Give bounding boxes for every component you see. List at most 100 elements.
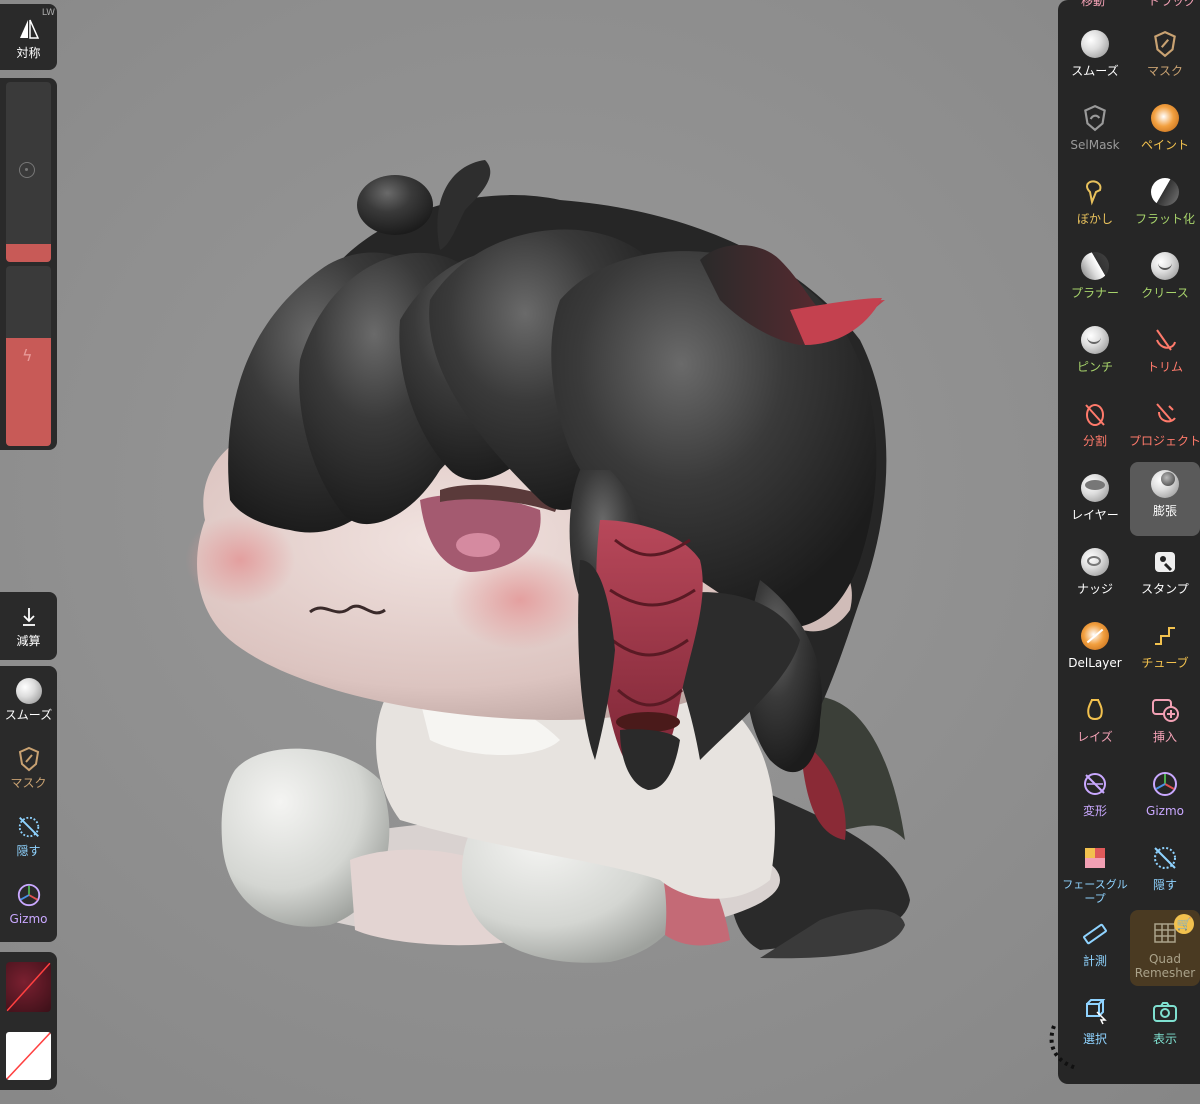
tool-nudge-label: ナッジ	[1076, 582, 1113, 596]
tool-gizmo[interactable]: Gizmo	[1130, 762, 1200, 834]
tool-insert[interactable]: 挿入	[1130, 688, 1200, 760]
tool-flatten-label: フラット化	[1134, 212, 1195, 226]
insert-icon	[1149, 694, 1181, 726]
ruler-icon	[1079, 918, 1111, 950]
quick-mask-label: マスク	[10, 776, 47, 790]
tool-trim-label: トリム	[1146, 360, 1183, 374]
tool-planar[interactable]: プラナー	[1060, 244, 1130, 316]
quick-gizmo-button[interactable]: Gizmo	[0, 870, 57, 938]
tool-dellayer-label: DelLayer	[1068, 656, 1122, 670]
camera-icon	[1149, 996, 1181, 1028]
cart-icon: 🛒	[1174, 914, 1194, 934]
tool-transform[interactable]: 変形	[1060, 762, 1130, 834]
tool-stamp[interactable]: スタンプ	[1130, 540, 1200, 612]
trim-icon	[1149, 324, 1181, 356]
quick-hide-label: 隠す	[16, 844, 41, 858]
tool-lathe[interactable]: レイズ	[1060, 688, 1130, 760]
tube-icon	[1149, 620, 1181, 652]
subtract-label: 減算	[16, 634, 41, 648]
tool-layer[interactable]: レイヤー	[1060, 466, 1130, 538]
tool-smooth[interactable]: スムーズ	[1060, 22, 1130, 94]
transform-icon	[1079, 768, 1111, 800]
tool-crease-label: クリース	[1141, 286, 1189, 300]
tool-transform-label: 変形	[1082, 804, 1107, 818]
tool-lathe-label: レイズ	[1077, 730, 1113, 744]
facegroup-icon	[1079, 842, 1111, 874]
tool-facegroup-label: フェースグループ	[1062, 878, 1128, 905]
tool-facegroup[interactable]: フェースグループ	[1060, 836, 1130, 912]
tool-paint[interactable]: ペイント	[1130, 96, 1200, 168]
tool-crease[interactable]: クリース	[1130, 244, 1200, 316]
quick-tools-panel: スムーズ マスク 隠す Gizmo	[0, 666, 57, 942]
material-swatch[interactable]	[6, 962, 51, 1012]
project-icon	[1149, 398, 1181, 430]
tool-project[interactable]: プロジェクト	[1129, 392, 1200, 464]
mask-icon	[1149, 28, 1181, 60]
tool-pinch-label: ピンチ	[1076, 360, 1113, 374]
tool-mask[interactable]: マスク	[1130, 22, 1200, 94]
radius-slider-fill	[6, 244, 51, 262]
blur-icon	[1079, 176, 1111, 208]
quick-hide-button[interactable]: 隠す	[0, 802, 57, 870]
tool-hide[interactable]: 隠す	[1130, 836, 1200, 908]
quick-gizmo-label: Gizmo	[9, 912, 48, 926]
radius-slider[interactable]	[6, 82, 51, 262]
radius-center-icon	[19, 162, 35, 178]
tool-insert-label: 挿入	[1152, 730, 1177, 744]
sculpt-viewport[interactable]	[0, 0, 1200, 1104]
chibi-demon-girl-model[interactable]	[0, 0, 1060, 1104]
planar-icon	[1079, 250, 1111, 282]
tool-inflate[interactable]: 膨張	[1130, 462, 1200, 536]
lightning-icon: ϟ	[22, 346, 33, 365]
gizmo-icon	[16, 882, 42, 908]
tool-selmask[interactable]: SelMask	[1060, 96, 1130, 168]
brush-sliders-panel: ϟ	[0, 78, 57, 450]
quick-smooth-button[interactable]: スムーズ	[0, 666, 57, 734]
mask-icon	[16, 746, 42, 772]
layer-icon	[1079, 472, 1111, 504]
smooth-icon	[1079, 28, 1111, 60]
tool-move-label-cut[interactable]: 移動	[1081, 0, 1105, 9]
color-swatch[interactable]	[6, 1032, 51, 1080]
lathe-icon	[1079, 694, 1111, 726]
gizmo-icon	[1149, 768, 1181, 800]
panel-resize-handle[interactable]	[1046, 1022, 1086, 1072]
symmetry-corner: LW	[41, 8, 55, 18]
tool-smooth-label: スムーズ	[1071, 64, 1119, 78]
tool-gizmo-label: Gizmo	[1146, 804, 1184, 818]
tool-paint-label: ペイント	[1140, 138, 1189, 152]
split-icon	[1079, 398, 1111, 430]
tool-tube[interactable]: チューブ	[1130, 614, 1200, 686]
intensity-slider[interactable]: ϟ	[6, 266, 51, 446]
inflate-icon	[1149, 468, 1181, 500]
flatten-icon	[1149, 176, 1181, 208]
tool-flatten[interactable]: フラット化	[1130, 170, 1200, 242]
symmetry-panel: 対称 LW	[0, 4, 57, 70]
paint-icon	[1149, 102, 1181, 134]
tool-project-label: プロジェクト	[1129, 434, 1200, 448]
subtract-button[interactable]: 減算	[0, 592, 57, 660]
tool-measure[interactable]: 計測	[1060, 912, 1130, 984]
tool-pinch[interactable]: ピンチ	[1060, 318, 1130, 390]
tool-quad-remesher[interactable]: 🛒 Quad Remesher	[1130, 910, 1200, 986]
dellayer-icon	[1079, 620, 1111, 652]
hide-icon	[16, 814, 42, 840]
tool-drag-label-cut[interactable]: ドラッグ	[1148, 0, 1196, 9]
tool-tube-label: チューブ	[1141, 656, 1189, 670]
tool-stamp-label: スタンプ	[1141, 582, 1189, 596]
tool-trim[interactable]: トリム	[1130, 318, 1200, 390]
quick-smooth-label: スムーズ	[4, 708, 53, 722]
arrow-down-icon	[16, 604, 42, 630]
tool-inflate-label: 膨張	[1152, 504, 1177, 518]
smooth-icon	[15, 678, 42, 704]
quick-mask-button[interactable]: マスク	[0, 734, 57, 802]
nudge-icon	[1079, 546, 1111, 578]
tool-dellayer[interactable]: DelLayer	[1060, 614, 1130, 686]
tool-planar-label: プラナー	[1070, 286, 1119, 300]
tool-split[interactable]: 分割	[1060, 392, 1130, 464]
tool-blur-label: ぼかし	[1076, 212, 1113, 226]
tool-blur[interactable]: ぼかし	[1060, 170, 1130, 242]
tool-view[interactable]: 表示	[1130, 990, 1200, 1062]
tools-panel: 移動 ドラッグ スムーズ マスク SelMask ペイント ぼかし フラット化 …	[1058, 0, 1200, 1084]
tool-nudge[interactable]: ナッジ	[1060, 540, 1130, 612]
